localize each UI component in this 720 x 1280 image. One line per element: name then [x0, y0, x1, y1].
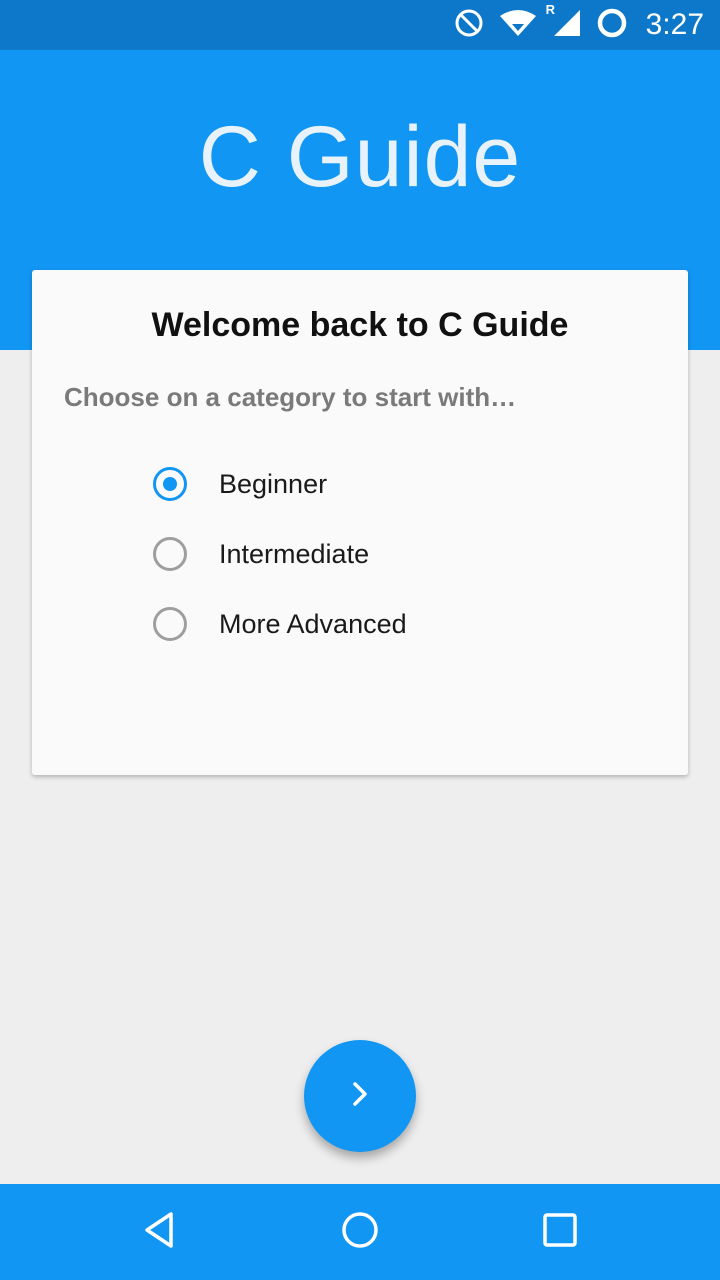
chevron-right-icon	[348, 1079, 372, 1114]
recents-button[interactable]	[536, 1208, 584, 1256]
next-button[interactable]	[304, 1040, 416, 1152]
home-button[interactable]	[336, 1208, 384, 1256]
status-icons: R 3:27	[454, 0, 704, 50]
card-title: Welcome back to C Guide	[151, 306, 569, 344]
back-button[interactable]	[136, 1208, 184, 1256]
radio-option-intermediate[interactable]: Intermediate	[151, 532, 369, 576]
wifi-icon	[498, 8, 538, 43]
radio-button[interactable]	[153, 607, 187, 641]
battery-icon	[596, 7, 628, 44]
do-not-disturb-icon	[454, 8, 484, 43]
recents-icon	[540, 1210, 580, 1255]
app-title: C Guide	[198, 109, 522, 205]
back-icon	[140, 1210, 180, 1255]
radio-label: Beginner	[219, 468, 328, 499]
radio-label: Intermediate	[219, 538, 370, 569]
home-icon	[340, 1210, 380, 1255]
radio-button-checked[interactable]	[153, 467, 187, 501]
card-subtitle: Choose on a category to start with…	[64, 382, 517, 412]
navigation-bar	[0, 1184, 720, 1280]
radio-option-beginner[interactable]: Beginner	[151, 462, 327, 506]
radio-button[interactable]	[153, 537, 187, 571]
status-time: 3:27	[645, 8, 704, 41]
status-bar: R 3:27	[0, 0, 720, 50]
radio-label: More Advanced	[219, 608, 407, 639]
welcome-card: Welcome back to C Guide Choose on a cate…	[32, 270, 688, 775]
radio-option-more-advanced[interactable]: More Advanced	[151, 602, 407, 646]
signal-icon: R	[546, 2, 582, 43]
roaming-label: R	[545, 1, 555, 17]
